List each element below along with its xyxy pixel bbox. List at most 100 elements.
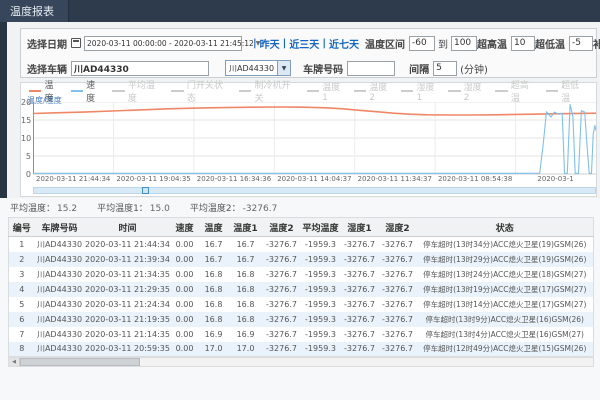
legend-label: 温度1 bbox=[322, 80, 345, 103]
table-cell: 16.7 bbox=[199, 237, 229, 252]
horizontal-scrollbar[interactable]: ◀ bbox=[8, 357, 594, 367]
table-row[interactable]: 8川AD443302020-03-11 20:59:350.0017.017.0… bbox=[9, 342, 594, 357]
interval-label: 间隔 bbox=[409, 61, 429, 76]
table-cell: -1959.3 bbox=[301, 282, 341, 297]
table-cell: 0.00 bbox=[171, 342, 199, 357]
table-cell: 1 bbox=[9, 237, 35, 252]
x-axis-label: 2020-03-11 21:44:34 bbox=[33, 175, 113, 184]
link-separator: | bbox=[253, 38, 257, 49]
link-yesterday[interactable]: 昨天 bbox=[260, 36, 280, 51]
table-cell: 2 bbox=[9, 252, 35, 267]
x-axis-label: 2020-03-11 16:34:36 bbox=[194, 175, 274, 184]
table-header-cell: 平均温度 bbox=[301, 218, 341, 237]
vehicle-select[interactable]: 川AD44330 ▼ bbox=[225, 60, 291, 76]
chart-panel: 温度速度平均温度门开关状态制冷机开关温度1温度2湿度1湿度2超高温超低温 温度/… bbox=[20, 82, 597, 197]
legend-item-cooler-switch[interactable]: 制冷机开关 bbox=[239, 78, 298, 104]
link-separator: | bbox=[283, 38, 287, 49]
legend-item-door-status[interactable]: 门开关状态 bbox=[171, 78, 230, 104]
chart-legend: 温度速度平均温度门开关状态制冷机开关温度1温度2湿度1湿度2超高温超低温 bbox=[29, 85, 596, 97]
legend-label: 湿度2 bbox=[464, 80, 487, 103]
table-cell: -3276.7 bbox=[379, 297, 417, 312]
legend-line-swatch bbox=[448, 90, 460, 92]
x-axis-label: 2020-03-11 08:54:38 bbox=[435, 175, 515, 184]
page-title: 温度报表 bbox=[10, 3, 54, 19]
legend-line-swatch bbox=[71, 90, 83, 92]
legend-item-humidity-2[interactable]: 湿度2 bbox=[448, 80, 486, 103]
scroll-left-arrow[interactable]: ◀ bbox=[9, 358, 20, 366]
table-cell: 川AD44330 bbox=[35, 282, 85, 297]
app-window: 温度报表 选择日期 2020-03-11 00:00:00 - 2020-03-… bbox=[0, 0, 600, 400]
legend-label: 温度2 bbox=[369, 80, 392, 103]
link-separator: | bbox=[322, 38, 326, 49]
table-row[interactable]: 6川AD443302020-03-11 21:19:350.0016.816.8… bbox=[9, 312, 594, 327]
sidebar-strip[interactable] bbox=[0, 22, 7, 198]
table-cell: -3276.7 bbox=[263, 252, 301, 267]
table-cell: -1959.3 bbox=[301, 267, 341, 282]
filter-row-2: 选择车辆 川AD44330 川AD44330 ▼ 车牌号码 间隔 (分钟) bbox=[27, 58, 590, 78]
low-temp-input[interactable] bbox=[569, 36, 593, 51]
table-cell: -1959.3 bbox=[301, 297, 341, 312]
table-cell: -3276.7 bbox=[263, 297, 301, 312]
table-row[interactable]: 7川AD443302020-03-11 21:14:350.0016.916.9… bbox=[9, 327, 594, 342]
legend-line-swatch bbox=[495, 90, 507, 92]
summary-value: -3276.7 bbox=[243, 204, 278, 214]
legend-line-swatch bbox=[112, 90, 124, 92]
table-cell: -3276.7 bbox=[379, 267, 417, 282]
date-range-input[interactable]: 2020-03-11 00:00:00 - 2020-03-11 21:45:1… bbox=[84, 36, 242, 51]
table-cell: 0.00 bbox=[171, 297, 199, 312]
link-last-7-days[interactable]: 近七天 bbox=[329, 36, 359, 51]
summary-item: 平均温度1：15.0 bbox=[97, 201, 170, 215]
legend-line-swatch bbox=[401, 90, 413, 92]
plate-input[interactable] bbox=[347, 61, 395, 76]
tab-temperature-report[interactable]: 温度报表 bbox=[0, 0, 69, 22]
table-cell: 0.00 bbox=[171, 237, 199, 252]
series-温度 bbox=[33, 107, 596, 115]
table-row[interactable]: 3川AD443302020-03-11 21:34:350.0016.816.8… bbox=[9, 267, 594, 282]
x-axis-labels: 2020-03-11 21:44:342020-03-11 19:04:3520… bbox=[33, 175, 596, 184]
table-cell: 16.8 bbox=[199, 267, 229, 282]
top-bar: 温度报表 bbox=[0, 0, 600, 22]
legend-label: 平均温度 bbox=[128, 78, 163, 104]
interval-input[interactable] bbox=[433, 61, 457, 76]
legend-item-over-high-temp[interactable]: 超高温 bbox=[495, 78, 536, 104]
legend-item-speed[interactable]: 速度 bbox=[71, 78, 104, 104]
table-cell: 川AD44330 bbox=[35, 327, 85, 342]
table-cell: -1959.3 bbox=[301, 237, 341, 252]
legend-item-over-low-temp[interactable]: 超低温 bbox=[546, 78, 587, 104]
datazoom-handle[interactable] bbox=[142, 187, 149, 194]
date-range-value: 2020-03-11 00:00:00 - 2020-03-11 21:45:1… bbox=[87, 39, 254, 48]
table-cell: 川AD44330 bbox=[35, 252, 85, 267]
legend-item-temperature-1[interactable]: 温度1 bbox=[307, 80, 345, 103]
y-tick-label: 15 bbox=[21, 116, 31, 125]
table-cell: 16.8 bbox=[199, 282, 229, 297]
vehicle-search-input[interactable]: 川AD44330 bbox=[71, 61, 209, 76]
legend-item-temperature-2[interactable]: 温度2 bbox=[354, 80, 392, 103]
legend-label: 门开关状态 bbox=[187, 78, 230, 104]
table-row[interactable]: 5川AD443302020-03-11 21:24:340.0016.816.8… bbox=[9, 297, 594, 312]
scrollbar-thumb[interactable] bbox=[20, 358, 140, 366]
table-cell: 2020-03-11 21:19:35 bbox=[85, 312, 171, 327]
table-cell: -3276.7 bbox=[263, 312, 301, 327]
legend-item-avg-temperature[interactable]: 平均温度 bbox=[112, 78, 162, 104]
link-last-3-days[interactable]: 近三天 bbox=[289, 36, 319, 51]
table-cell: -3276.7 bbox=[379, 342, 417, 357]
table-cell: 7 bbox=[9, 327, 35, 342]
table-cell: 停车超时(13时9分)ACC熄火卫星(16)GSM(26) bbox=[417, 312, 594, 327]
high-temp-input[interactable] bbox=[511, 36, 535, 51]
table-cell: -3276.7 bbox=[341, 267, 379, 282]
table-row[interactable]: 2川AD443302020-03-11 21:39:340.0016.716.7… bbox=[9, 252, 594, 267]
summary-label: 平均温度： bbox=[10, 204, 55, 214]
temp-range-min-input[interactable] bbox=[409, 36, 435, 51]
legend-item-humidity-1[interactable]: 湿度1 bbox=[401, 80, 439, 103]
table-row[interactable]: 4川AD443302020-03-11 21:29:350.0016.816.8… bbox=[9, 282, 594, 297]
table-header-row: 编号车牌号码时间速度温度温度1温度2平均温度湿度1湿度2状态 bbox=[9, 218, 594, 237]
table-row[interactable]: 1川AD443302020-03-11 21:44:340.0016.716.7… bbox=[9, 237, 594, 252]
table-header-cell: 时间 bbox=[85, 218, 171, 237]
legend-label: 超低温 bbox=[561, 78, 587, 104]
filter-row-1: 选择日期 2020-03-11 00:00:00 - 2020-03-11 21… bbox=[27, 33, 590, 53]
temp-range-max-input[interactable] bbox=[451, 36, 477, 51]
table-cell: -3276.7 bbox=[379, 312, 417, 327]
table-cell: 2020-03-11 21:34:35 bbox=[85, 267, 171, 282]
datazoom-slider[interactable] bbox=[33, 187, 596, 194]
table-cell: -3276.7 bbox=[341, 252, 379, 267]
